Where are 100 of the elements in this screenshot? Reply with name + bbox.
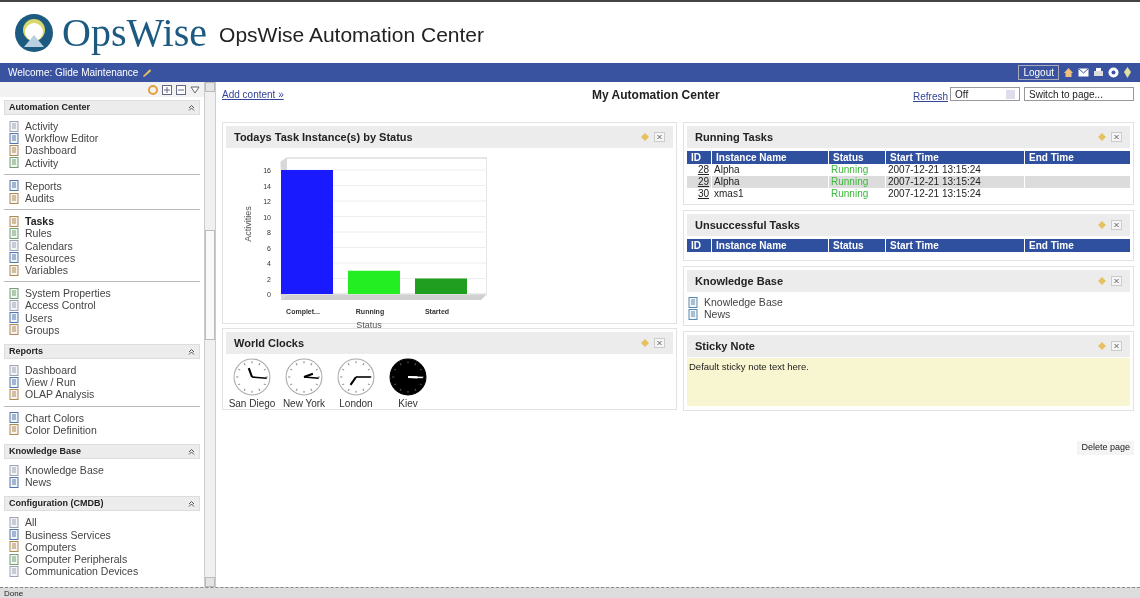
column-header: Status — [829, 151, 885, 164]
close-icon[interactable] — [1111, 276, 1122, 286]
collapse-chevron-icon[interactable] — [188, 448, 195, 456]
knowledge-link[interactable]: Knowledge Base — [688, 296, 1129, 308]
table-cell-text: 2007-12-21 13:15:24 — [887, 188, 982, 200]
sidebar-item[interactable]: All — [9, 516, 195, 529]
sidebar-item[interactable]: Chart Colors — [9, 411, 195, 424]
sidebar-item[interactable]: Activity — [9, 120, 195, 133]
sticky-note[interactable]: Default sticky note text here. — [687, 358, 1130, 406]
section-title: Reports — [9, 344, 43, 358]
document-icon — [9, 364, 19, 376]
city-label: London — [339, 397, 373, 411]
column-header: ID — [687, 239, 711, 252]
sidebar-item[interactable]: Knowledge Base — [9, 464, 195, 477]
collapse-chevron-icon[interactable] — [188, 348, 195, 356]
clock-drawing — [285, 358, 323, 396]
sidebar-item[interactable]: Activity — [9, 156, 195, 169]
document-icon — [9, 264, 19, 276]
section-header[interactable]: Automation Center — [4, 100, 200, 115]
close-icon[interactable] — [654, 338, 665, 348]
sidebar-item[interactable]: Access Control — [9, 299, 195, 312]
panel-title: World Clocks — [234, 335, 305, 351]
table-cell-text: 2007-12-21 13:15:24 — [887, 164, 982, 176]
document-icon — [9, 240, 19, 252]
sidebar-item[interactable]: System Properties — [9, 287, 195, 300]
expand-icon[interactable] — [162, 84, 172, 95]
document-icon — [9, 300, 19, 312]
printer-icon[interactable] — [1093, 67, 1104, 78]
section-header[interactable]: Configuration (CMDB) — [4, 496, 200, 512]
scrollbar[interactable] — [205, 82, 216, 587]
sidebar-item[interactable]: Dashboard — [9, 144, 195, 157]
sidebar-item[interactable]: Tasks — [9, 215, 195, 228]
knowledge-link[interactable]: News — [688, 308, 1129, 320]
id-link[interactable]: 30 — [697, 188, 709, 199]
column-header: End Time — [1025, 151, 1130, 164]
collapse-icon[interactable] — [176, 84, 186, 95]
document-icon — [688, 296, 698, 308]
axis-title: Activities — [243, 206, 253, 242]
document-icon — [9, 424, 19, 436]
document-icon — [688, 308, 698, 320]
sidebar-item[interactable]: Computer Peripherals — [9, 553, 195, 566]
envelope-icon[interactable] — [1078, 68, 1089, 77]
sidebar-item[interactable]: News — [9, 476, 195, 489]
panel-title: Sticky Note — [695, 338, 755, 354]
sidebar-item[interactable]: Rules — [9, 227, 195, 240]
column-header: Start Time — [886, 239, 1024, 252]
sidebar-item[interactable]: Color Definition — [9, 423, 195, 437]
sidebar-item[interactable]: Computers — [9, 540, 195, 554]
welcome-text: Welcome: Glide Maintenance — [8, 66, 139, 80]
refresh-select[interactable]: Off — [950, 87, 1020, 101]
section-header[interactable]: Reports — [4, 344, 200, 360]
sidebar-item[interactable]: View / Run — [9, 376, 195, 389]
panel-title: Todays Task Instance(s) by Status — [234, 129, 413, 145]
refresh-link[interactable]: Refresh — [913, 89, 948, 104]
clock-drawing — [233, 358, 271, 396]
document-icon — [9, 541, 19, 553]
sidebar-item[interactable]: Dashboard — [9, 364, 195, 377]
sidebar-item[interactable]: Communication Devices — [9, 565, 195, 578]
sidebar-item[interactable]: Calendars — [9, 239, 195, 252]
logout-button[interactable]: Logout — [1018, 65, 1059, 80]
close-icon[interactable] — [1111, 132, 1122, 142]
collapse-chevron-icon[interactable] — [188, 500, 195, 508]
dropdown-icon[interactable] — [190, 85, 200, 94]
sidebar-item[interactable]: Business Services — [9, 528, 195, 541]
logo-icon — [14, 12, 54, 53]
document-icon — [9, 180, 19, 192]
document-icon — [9, 192, 19, 204]
status-text: Done — [4, 588, 24, 598]
sidebar-item[interactable]: Resources — [9, 251, 195, 265]
document-icon — [9, 287, 19, 299]
page-title: My Automation Center — [592, 87, 720, 104]
delete-page-button[interactable]: Delete page — [1077, 441, 1134, 455]
column-header: Instance Name — [712, 239, 828, 252]
close-icon[interactable] — [654, 132, 665, 142]
sidebar-item[interactable]: Groups — [9, 323, 195, 337]
table-cell-text: Alpha — [713, 164, 741, 176]
column-header: Status — [829, 239, 885, 252]
document-icon — [9, 252, 19, 264]
sidebar-item[interactable]: Workflow Editor — [9, 132, 195, 145]
collapse-chevron-icon[interactable] — [188, 104, 195, 111]
section-header[interactable]: Knowledge Base — [4, 444, 200, 460]
sidebar-item[interactable]: Audits — [9, 192, 195, 205]
sidebar-item[interactable]: OLAP Analysis — [9, 388, 195, 401]
document-icon — [9, 312, 19, 324]
document-icon — [9, 476, 19, 488]
switch-page-select[interactable]: Switch to page... — [1024, 87, 1134, 101]
panel-title: Knowledge Base — [695, 273, 784, 289]
document-icon — [9, 132, 19, 144]
close-icon[interactable] — [1111, 220, 1122, 230]
id-link[interactable]: 28 — [697, 164, 709, 175]
close-icon[interactable] — [1111, 341, 1122, 351]
sidebar-item[interactable]: Users — [9, 311, 195, 324]
app-title: OpsWise Automation Center — [219, 21, 484, 48]
sidebar-item[interactable]: Reports — [9, 179, 195, 192]
sidebar-item[interactable]: Variables — [9, 264, 195, 277]
status-cell-text: Running — [830, 164, 870, 176]
add-content-link[interactable]: Add content » — [222, 87, 592, 102]
home-icon[interactable] — [1063, 67, 1074, 78]
table-cell-text: xmas1 — [713, 188, 745, 200]
status-cell: Running — [829, 176, 885, 188]
